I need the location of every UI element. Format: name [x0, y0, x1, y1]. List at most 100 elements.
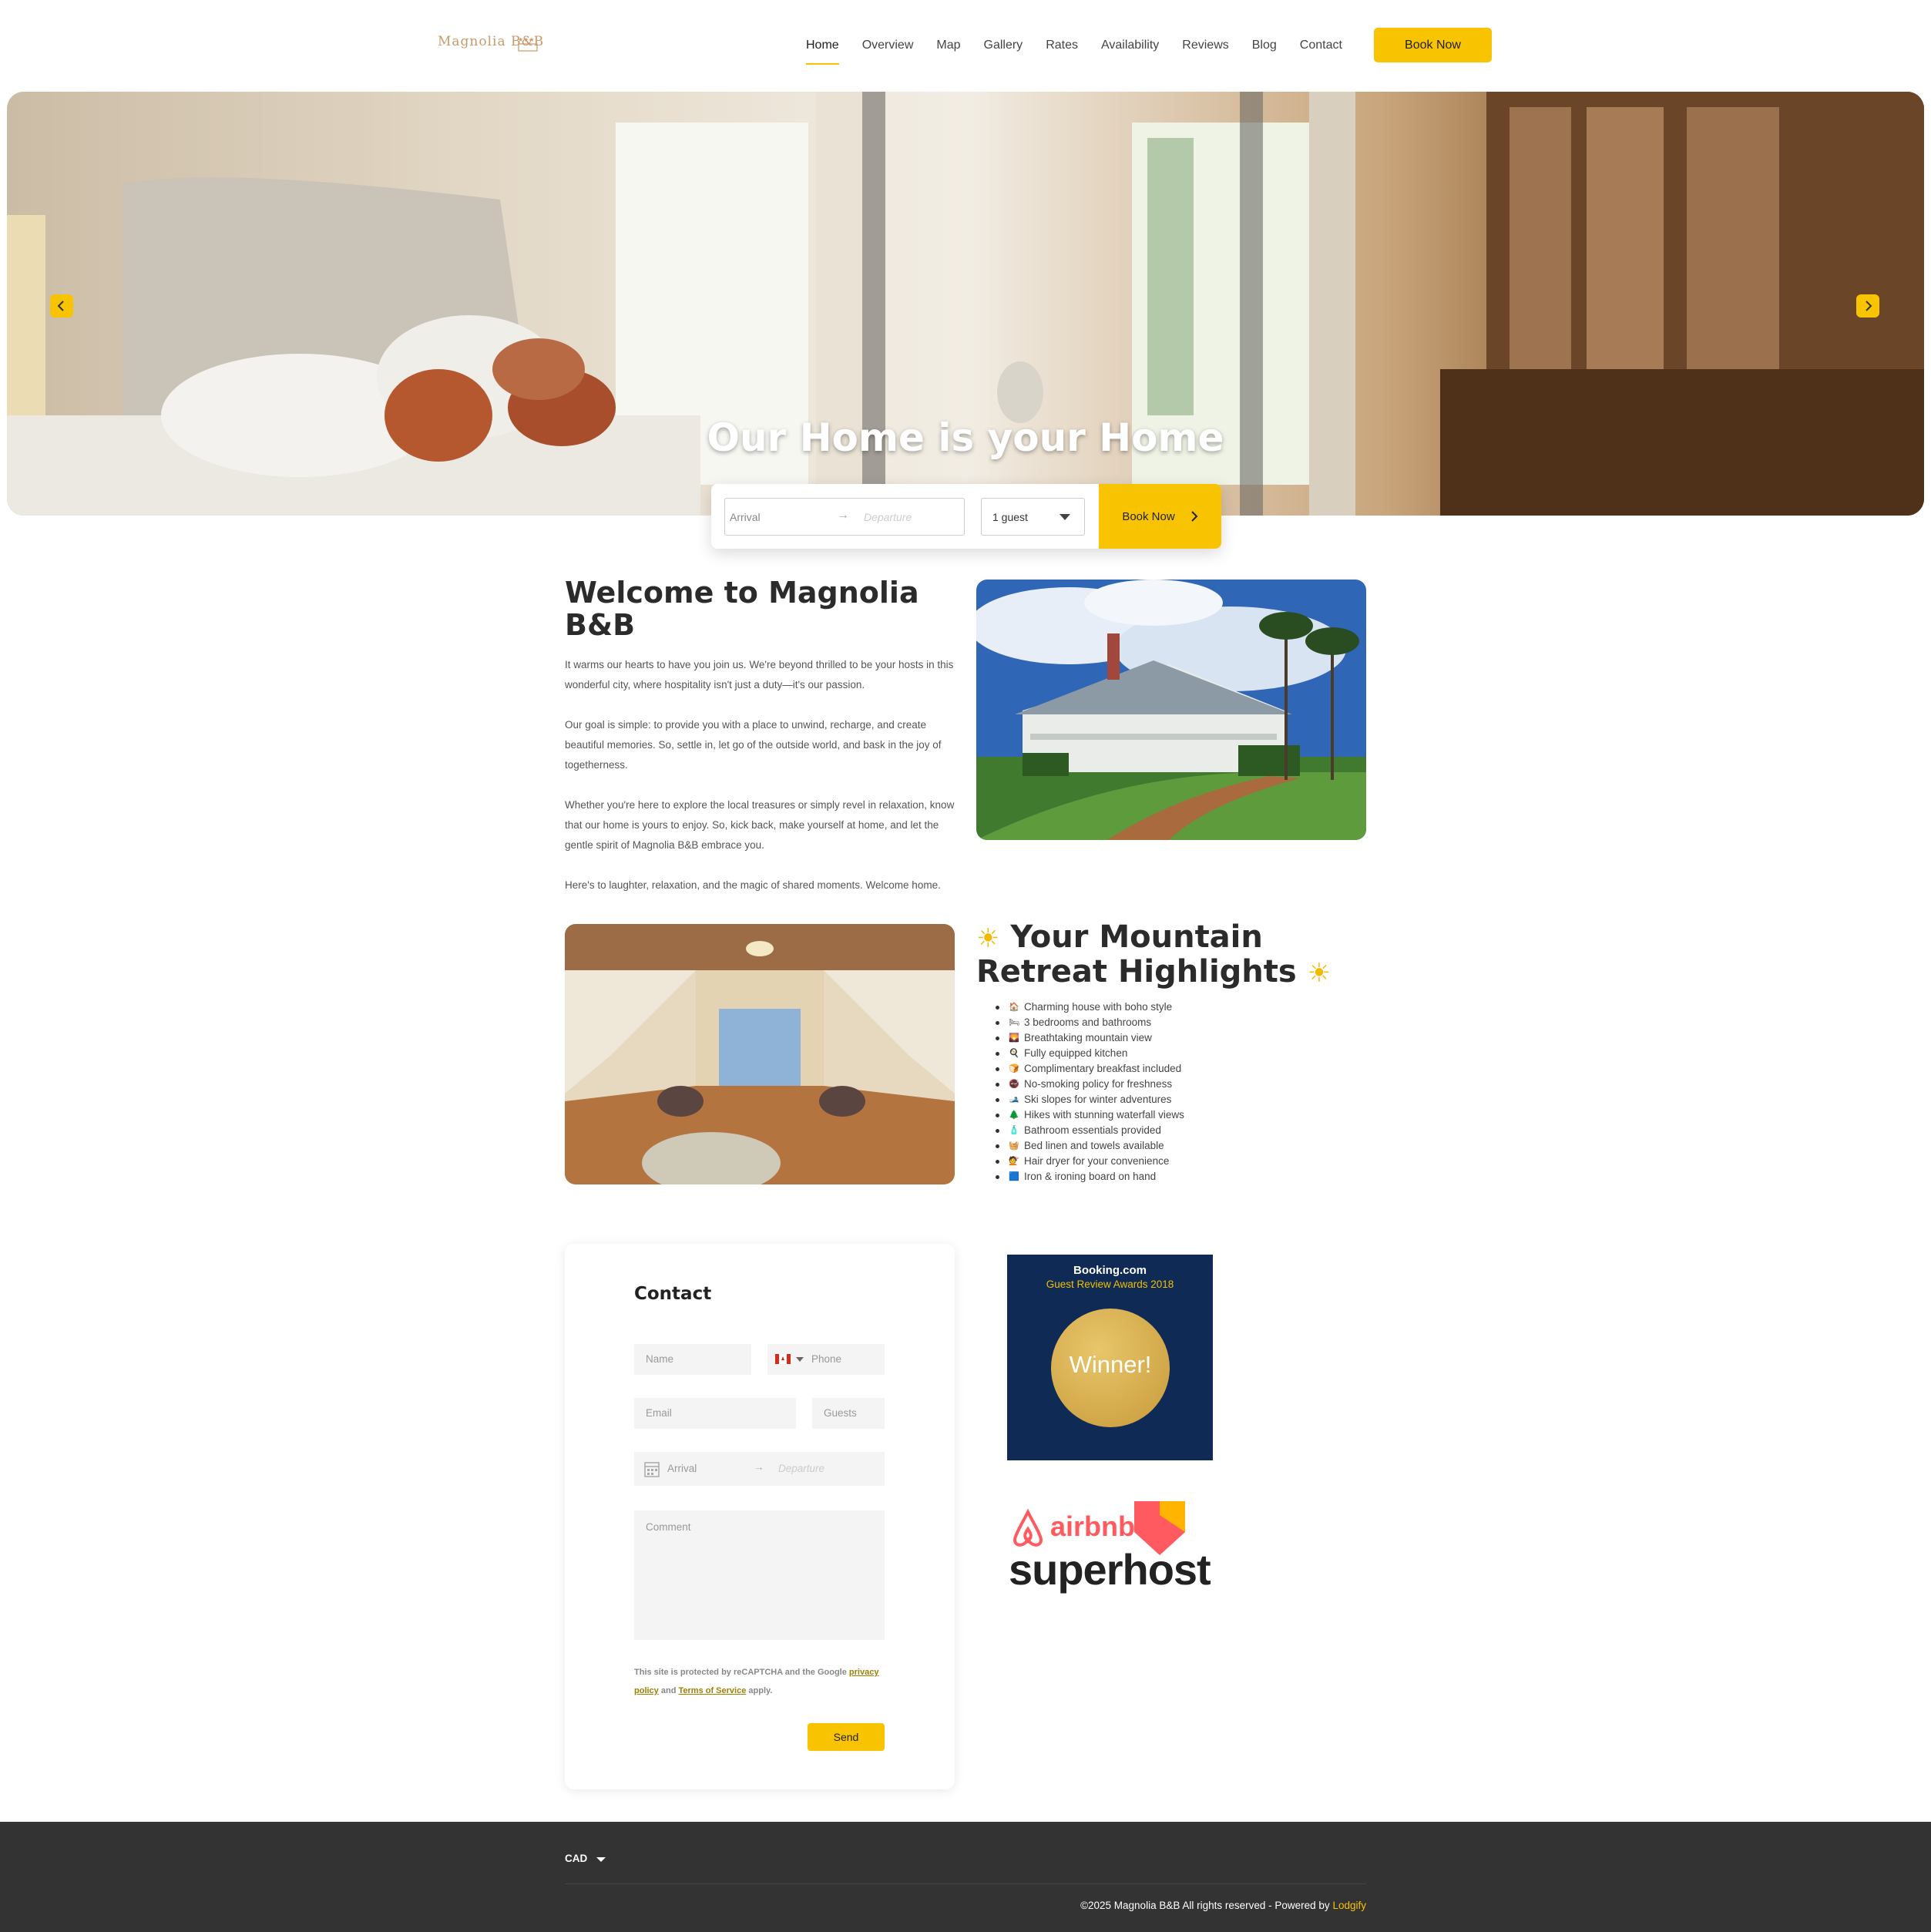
nav-gallery[interactable]: Gallery [984, 35, 1023, 55]
welcome-paragraph: It warms our hearts to have you join us.… [565, 659, 954, 690]
highlights-title: ☀ Your Mountain Retreat Highlights ☀ [976, 921, 1377, 990]
hero-next-button[interactable] [1856, 294, 1879, 318]
nav-availability[interactable]: Availability [1101, 35, 1159, 55]
nav-home[interactable]: Home [806, 35, 839, 65]
list-item-text: Hair dryer for your convenience [1024, 1155, 1170, 1167]
svg-text:★★★: ★★★ [518, 36, 535, 43]
no-smoking-icon: 🚭 [1009, 1080, 1019, 1089]
welcome-paragraph: Whether you're here to explore the local… [565, 799, 955, 851]
list-item: 🧺 Bed linen and towels available [996, 1138, 1304, 1154]
caret-down-icon [1060, 514, 1070, 520]
hair-dryer-icon: 💇 [1009, 1157, 1019, 1166]
nav-map[interactable]: Map [936, 35, 960, 55]
list-item: 🚭 No-smoking policy for freshness [996, 1077, 1304, 1092]
list-item: 🍞 Complimentary breakfast included [996, 1061, 1304, 1077]
welcome-title: Welcome to Magnolia B&B [565, 576, 919, 642]
contact-date-range-field[interactable]: Arrival → Departure [634, 1452, 885, 1486]
arrival-placeholder: Arrival [730, 511, 761, 523]
list-item: 🛏 3 bedrooms and bathrooms [996, 1015, 1304, 1030]
nav-overview[interactable]: Overview [862, 35, 914, 55]
list-item: 🍳 Fully equipped kitchen [996, 1046, 1304, 1061]
booking-search-bar: Arrival → Departure 1 guest Book Now [711, 484, 1221, 549]
basket-icon: 🧺 [1009, 1141, 1019, 1151]
booking-badge-subtitle: Guest Review Awards 2018 [1046, 1278, 1174, 1290]
book-now-label: Book Now [1122, 509, 1175, 523]
recaptcha-notice: This site is protected by reCAPTCHA and … [634, 1663, 888, 1700]
send-button[interactable]: Send [808, 1723, 885, 1751]
copyright: ©2025 Magnolia B&B All rights reserved -… [1080, 1900, 1366, 1911]
kitchen-icon: 🍳 [1009, 1049, 1019, 1058]
tree-icon: 🌲 [1009, 1110, 1019, 1120]
welcome-paragraph: Our goal is simple: to provide you with … [565, 719, 942, 771]
airbnb-superhost-badge: airbnb superhost [1007, 1501, 1215, 1601]
chevron-left-icon [57, 301, 64, 311]
search-book-now-button[interactable]: Book Now [1099, 484, 1221, 549]
nav-reviews[interactable]: Reviews [1182, 35, 1228, 55]
name-field[interactable]: Name [634, 1344, 751, 1375]
arrow-right-icon: → [754, 1461, 764, 1473]
canada-flag-icon [775, 1354, 791, 1366]
ski-icon: 🎿 [1009, 1095, 1019, 1104]
nav-contact[interactable]: Contact [1300, 35, 1342, 55]
logo-house-icon: ★★★ [518, 36, 538, 52]
hero-slider: Our Home is your Home [7, 92, 1924, 516]
booking-award-badge: Booking.com Guest Review Awards 2018 Win… [1007, 1255, 1213, 1460]
list-item-text: 3 bedrooms and bathrooms [1024, 1016, 1152, 1028]
breakfast-icon: 🍞 [1009, 1064, 1019, 1074]
list-item: 🟦 Iron & ironing board on hand [996, 1169, 1304, 1184]
list-item: 💇 Hair dryer for your convenience [996, 1154, 1304, 1169]
guests-placeholder: Guests [824, 1407, 857, 1419]
booking-badge-title: Booking.com [1073, 1264, 1147, 1277]
list-item-text: Hikes with stunning waterfall views [1024, 1109, 1184, 1121]
attic-room-image [565, 924, 955, 1184]
airbnb-wordmark: airbnb [1050, 1510, 1136, 1542]
header-book-now-button[interactable]: Book Now [1374, 28, 1492, 62]
welcome-text: It warms our hearts to have you join us.… [565, 655, 958, 916]
phone-placeholder: Phone [811, 1353, 842, 1365]
list-item: 🏠 Charming house with boho style [996, 1000, 1304, 1015]
arrow-right-icon: → [837, 509, 849, 522]
caret-down-icon [796, 1357, 804, 1362]
calendar-icon [644, 1460, 660, 1480]
list-item: 🌲 Hikes with stunning waterfall views [996, 1107, 1304, 1123]
currency-selector[interactable]: CAD [565, 1853, 587, 1864]
bed-icon: 🛏 [1009, 1018, 1019, 1027]
comment-placeholder: Comment [646, 1521, 691, 1533]
list-item-text: Breathtaking mountain view [1024, 1032, 1152, 1043]
mansion-image [976, 580, 1366, 840]
list-item-text: Bathroom essentials provided [1024, 1124, 1161, 1136]
contact-title: Contact [634, 1284, 712, 1304]
lotion-icon: 🧴 [1009, 1126, 1019, 1135]
comment-textarea[interactable]: Comment [634, 1510, 885, 1640]
superhost-wordmark: superhost [1009, 1545, 1211, 1594]
nav-blog[interactable]: Blog [1252, 35, 1277, 55]
hero-prev-button[interactable] [50, 294, 73, 318]
booking-badge-winner: Winner! [1069, 1351, 1152, 1378]
list-item-text: Iron & ironing board on hand [1024, 1171, 1157, 1182]
guests-value: 1 guest [992, 511, 1028, 523]
date-range-input[interactable]: Arrival → Departure [724, 498, 965, 536]
hero-title: Our Home is your Home [707, 415, 1224, 460]
house-icon: 🏠 [1009, 1003, 1019, 1012]
iron-icon: 🟦 [1009, 1172, 1019, 1181]
list-item-text: Charming house with boho style [1024, 1001, 1173, 1013]
recaptcha-apply: apply. [748, 1686, 773, 1695]
chevron-right-icon [1866, 301, 1872, 311]
guests-field[interactable]: Guests [812, 1398, 885, 1429]
welcome-paragraph: Here's to laughter, relaxation, and the … [565, 879, 941, 891]
nav-rates[interactable]: Rates [1046, 35, 1078, 55]
arrival-placeholder: Arrival [667, 1463, 697, 1474]
terms-of-service-link[interactable]: Terms of Service [678, 1686, 746, 1695]
list-item: 🧴 Bathroom essentials provided [996, 1123, 1304, 1138]
list-item: 🌄 Breathtaking mountain view [996, 1030, 1304, 1046]
chevron-right-icon [1191, 511, 1198, 522]
site-footer: CAD ©2025 Magnolia B&B All rights reserv… [0, 1822, 1931, 1932]
highlights-title-text: Your Mountain Retreat Highlights [976, 919, 1297, 990]
email-field[interactable]: Email [634, 1398, 796, 1429]
main-nav: Home Overview Map Gallery Rates Availabi… [806, 0, 1365, 91]
lodgify-link[interactable]: Lodgify [1332, 1900, 1366, 1911]
guests-select[interactable]: 1 guest [981, 498, 1085, 536]
phone-field[interactable]: Phone [767, 1344, 885, 1375]
sun-icon: ☀ [976, 923, 1000, 954]
list-item-text: Complimentary breakfast included [1024, 1063, 1182, 1074]
